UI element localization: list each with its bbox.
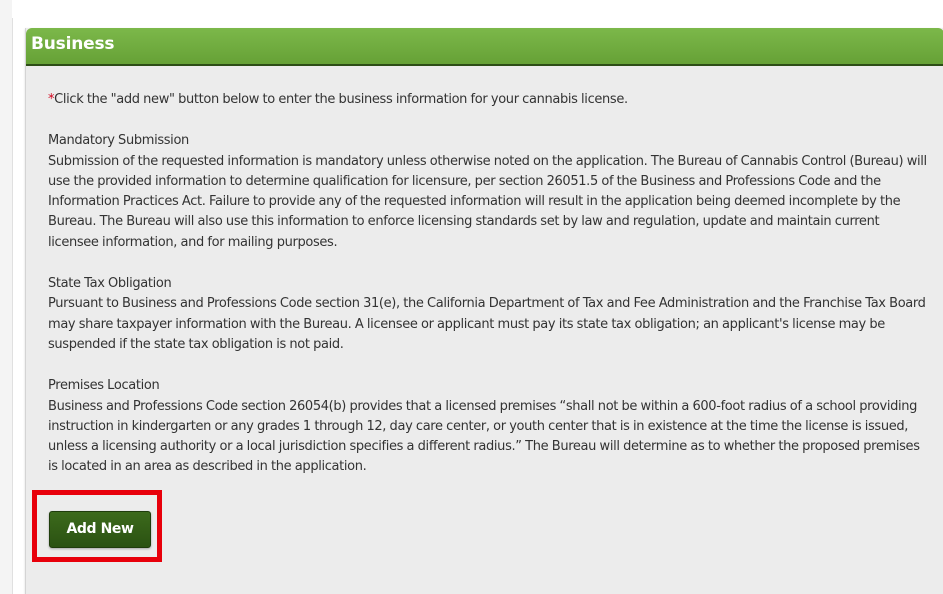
section-premises-location: Premises Location Business and Professio… <box>48 376 928 477</box>
section-text: Business and Professions Code section 26… <box>48 398 920 475</box>
section-heading: Mandatory Submission <box>48 133 189 149</box>
panel-header: Business <box>26 28 943 66</box>
panel-body: *Click the "add new" button below to ent… <box>48 90 928 499</box>
section-text: Submission of the requested information … <box>48 153 927 250</box>
business-panel: Business *Click the "add new" button bel… <box>25 28 943 594</box>
section-mandatory-submission: Mandatory Submission Submission of the r… <box>48 131 928 253</box>
intro-text: Click the "add new" button below to ente… <box>54 92 628 107</box>
panel-title: Business <box>31 34 115 54</box>
add-new-button[interactable]: Add New <box>49 511 151 548</box>
section-heading: State Tax Obligation <box>48 276 172 292</box>
window-left-edge <box>0 0 13 594</box>
intro-instruction: *Click the "add new" button below to ent… <box>48 90 928 110</box>
section-heading: Premises Location <box>48 378 160 394</box>
section-text: Pursuant to Business and Professions Cod… <box>48 296 926 352</box>
section-state-tax-obligation: State Tax Obligation Pursuant to Busines… <box>48 274 928 355</box>
page: Business *Click the "add new" button bel… <box>0 0 943 594</box>
window-top-edge <box>12 0 943 18</box>
